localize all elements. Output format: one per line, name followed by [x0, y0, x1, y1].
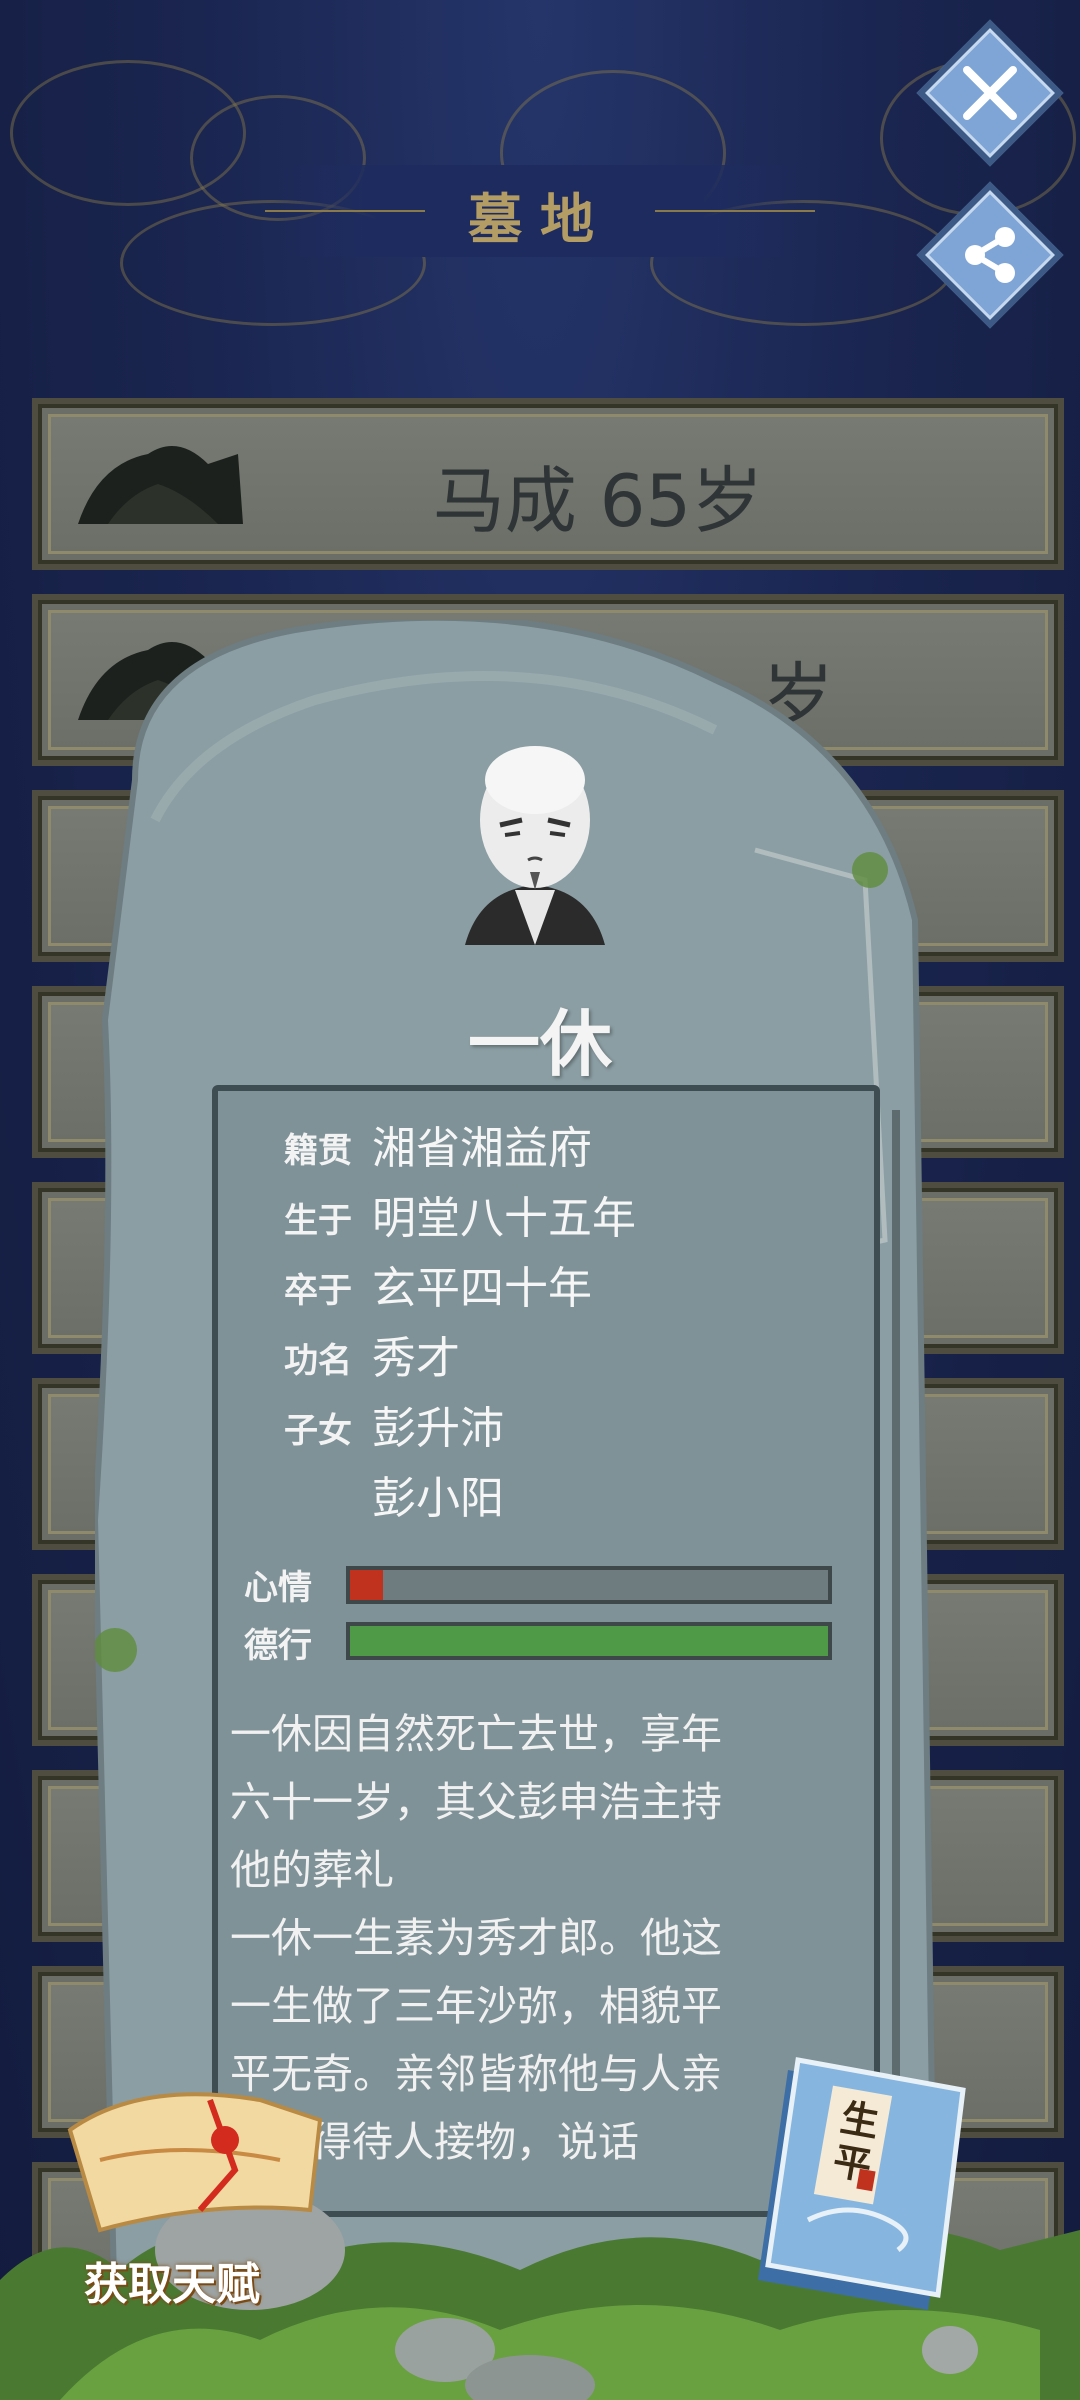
- avatar: [465, 746, 605, 945]
- mood-label: 心情: [244, 1568, 312, 1608]
- grave-name-age: 马成 65岁: [432, 459, 764, 543]
- virtue-label: 德行: [244, 1626, 312, 1666]
- share-button[interactable]: [916, 181, 1064, 329]
- virtue-bar-fill: [350, 1626, 828, 1656]
- mood-bar-fill: [350, 1570, 384, 1600]
- mood-bar: [346, 1566, 832, 1604]
- close-button[interactable]: [916, 19, 1064, 167]
- info-key-died: 卒于: [284, 1271, 352, 1311]
- scrollbar[interactable]: [892, 1110, 900, 2110]
- info-value-born: 明堂八十五年: [372, 1193, 636, 1244]
- story-line: 六十一岁，其父彭申浩主持: [230, 1778, 722, 1826]
- info-value-child: 彭小阳: [372, 1473, 504, 1524]
- info-value-hometown: 湘省湘益府: [372, 1123, 592, 1174]
- grave-list-item[interactable]: 马成 65岁: [32, 398, 1064, 570]
- share-icon: [925, 190, 1055, 320]
- info-key-born: 生于: [284, 1201, 352, 1241]
- info-key-hometown: 籍贯: [284, 1131, 352, 1171]
- page-title: 墓地: [468, 188, 612, 251]
- info-key-rank: 功名: [284, 1341, 352, 1381]
- story-line: 一休一生素为秀才郎。他这: [230, 1914, 722, 1962]
- close-icon: [925, 28, 1055, 158]
- deceased-name: 一休: [467, 1002, 612, 1086]
- virtue-bar: [346, 1622, 832, 1660]
- grave-mound-icon: [78, 446, 243, 524]
- story-line: 一休因自然死亡去世，享年: [230, 1710, 722, 1758]
- story-line: 他的葬礼: [230, 1846, 394, 1894]
- info-key-children: 子女: [284, 1411, 352, 1451]
- get-talent-label: 获取天赋: [84, 2259, 260, 2310]
- info-value-died: 玄平四十年: [372, 1263, 592, 1314]
- title-divider: [655, 210, 815, 212]
- title-divider: [265, 210, 425, 212]
- info-value-child: 彭升沛: [372, 1403, 504, 1454]
- info-value-rank: 秀才: [372, 1333, 460, 1384]
- story-line: 一生做了三年沙弥，相貌平: [230, 1982, 722, 2030]
